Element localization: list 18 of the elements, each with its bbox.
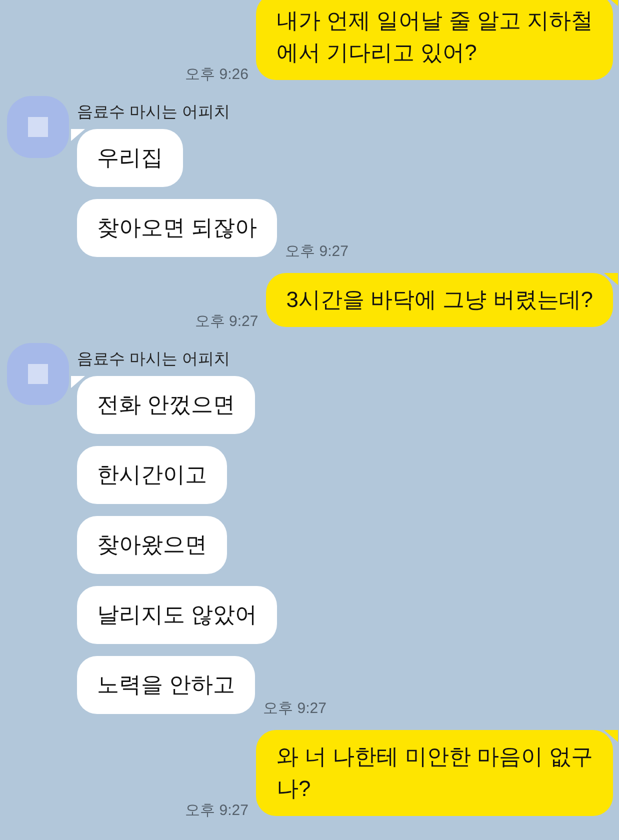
received-message-bubble: 찾아오면 되잖아 <box>77 199 278 257</box>
bubble-tail <box>71 129 85 141</box>
avatar-icon[interactable] <box>7 96 69 158</box>
sender-name: 음료수 마시는 어피치 <box>77 103 231 123</box>
received-message-bubble: 날리지도 않았어 <box>77 586 278 644</box>
bubble-tail <box>71 376 85 388</box>
sender-name: 음료수 마시는 어피치 <box>77 350 231 370</box>
message-time: 오후 9:27 <box>194 312 258 331</box>
received-message-bubble: 노력을 안하고 <box>77 656 256 714</box>
avatar-icon[interactable] <box>7 343 69 405</box>
bubble-tail <box>604 273 618 285</box>
message-time: 오후 9:27 <box>285 242 348 261</box>
bubble-tail <box>604 730 618 742</box>
message-time: 오후 9:27 <box>263 699 326 718</box>
message-time: 오후 9:27 <box>185 801 248 820</box>
message-time: 오후 9:26 <box>185 65 248 84</box>
received-message-bubble: 찾아왔으면 <box>77 516 227 574</box>
received-message-bubble: 한시간이고 <box>77 446 227 504</box>
